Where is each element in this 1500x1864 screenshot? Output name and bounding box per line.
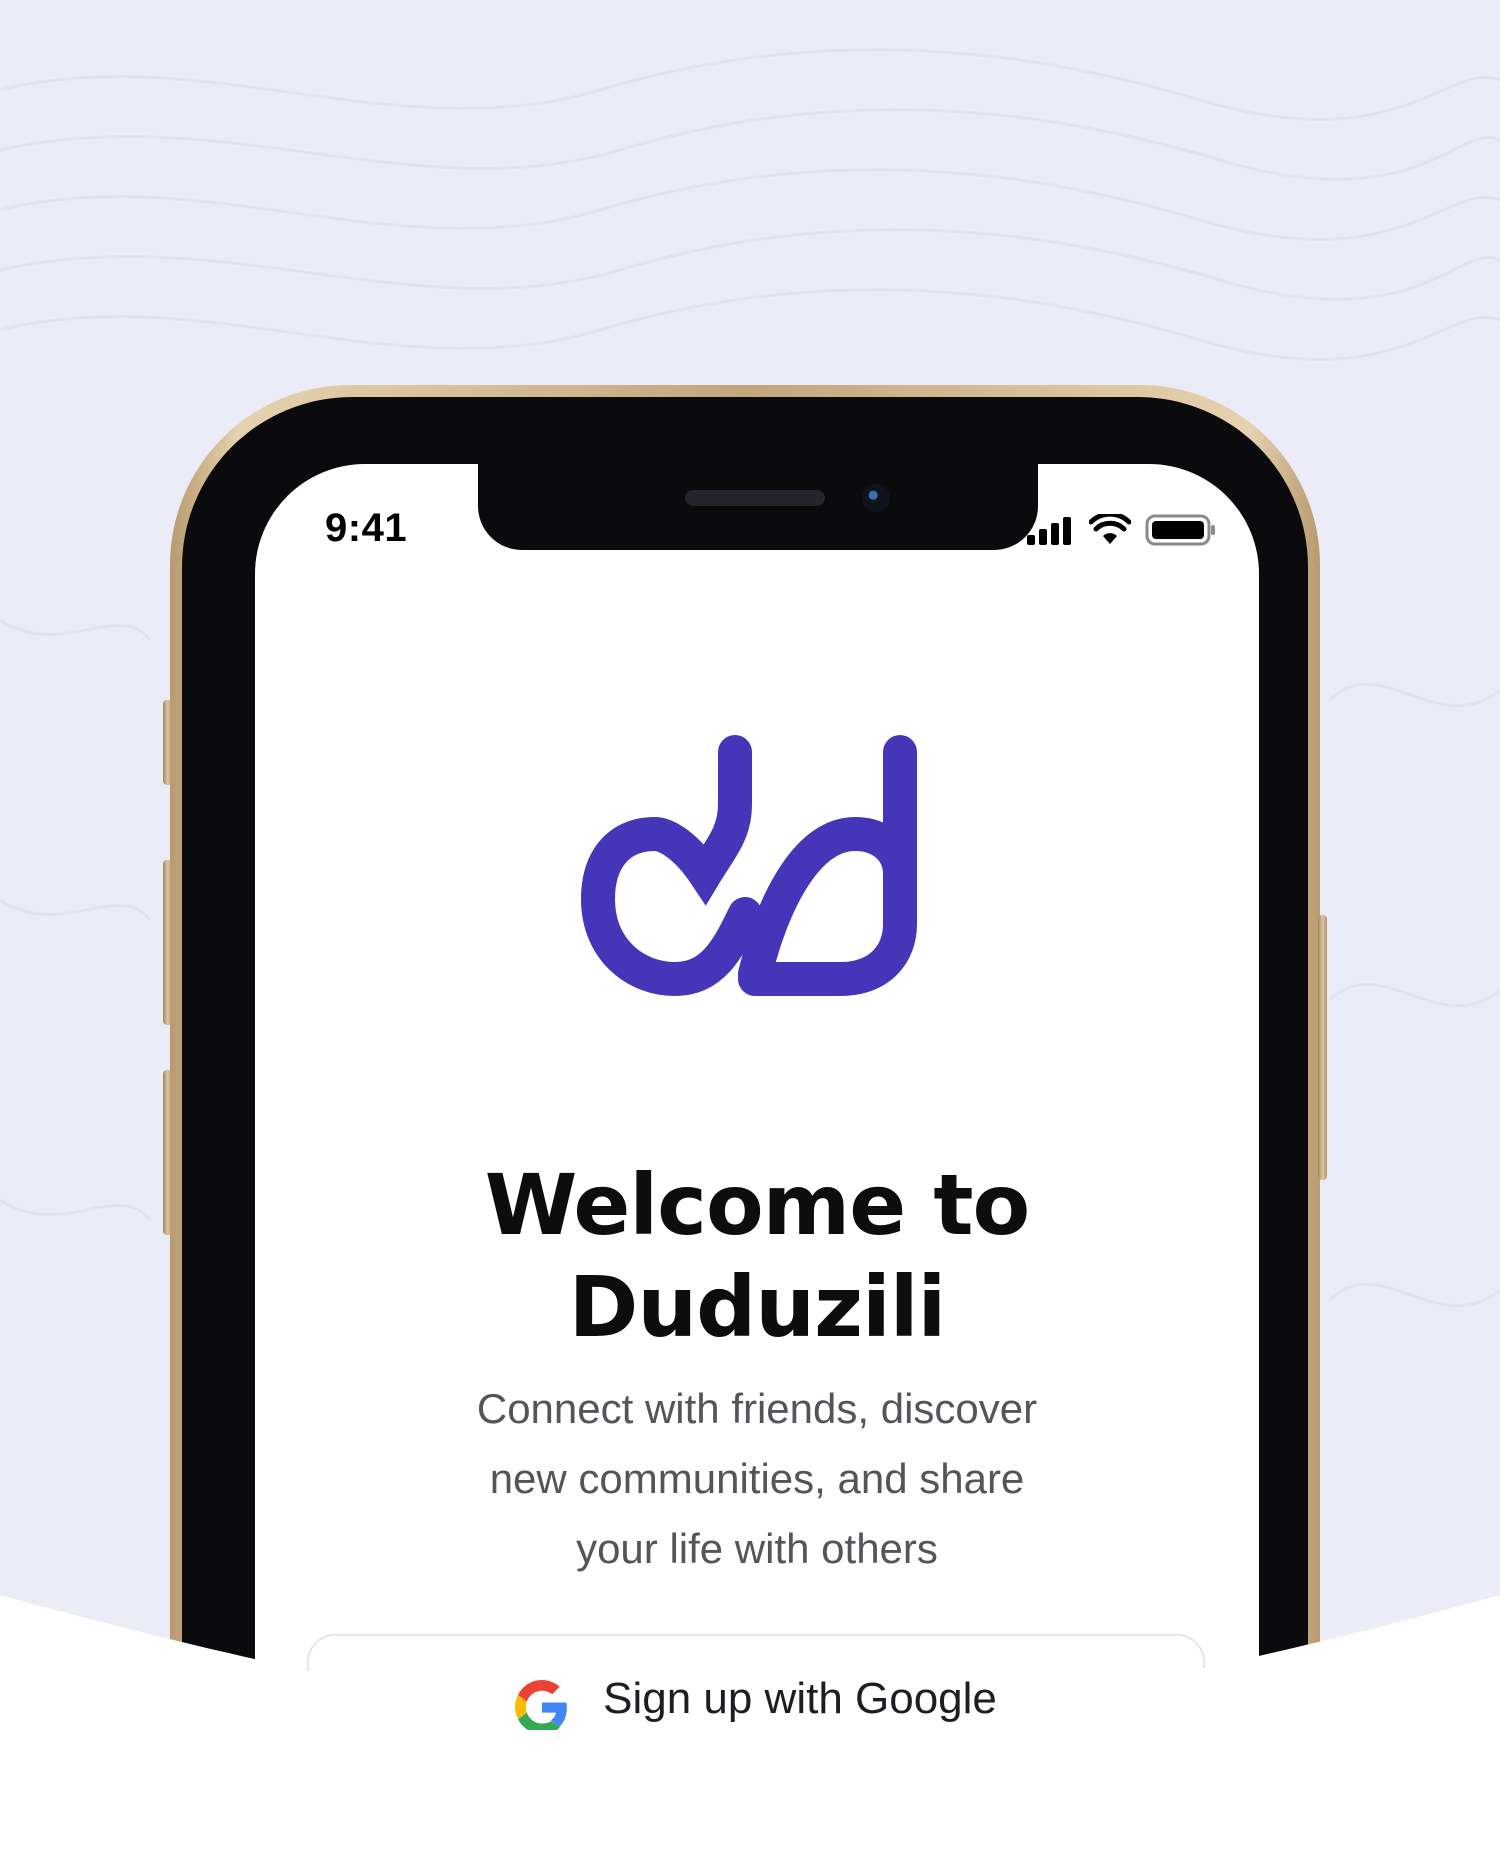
welcome-subtitle-line2: new communities, and share [489, 1455, 1025, 1502]
duduzili-logo [580, 735, 917, 997]
google-g-icon [515, 1680, 567, 1734]
google-signup-button[interactable]: Sign up with Google [307, 1634, 1205, 1754]
speaker-grille [685, 490, 825, 506]
front-camera [862, 484, 890, 512]
wifi-icon [1089, 514, 1131, 544]
welcome-subtitle-line1: Connect with friends, discover [476, 1385, 1038, 1432]
welcome-title-line2: Duduzili [568, 1258, 947, 1356]
status-time: 9:41 [325, 506, 408, 550]
power-button [1318, 915, 1327, 1180]
welcome-title-line1: Welcome to [484, 1156, 1031, 1254]
google-signup-label: Sign up with Google [603, 1674, 997, 1723]
welcome-title: Welcome to Duduzili [255, 1154, 1259, 1358]
volume-up-button-2 [163, 860, 172, 1025]
signal-icon [1027, 517, 1071, 545]
phone-screen: 9:41 Welcome to Duduzili Connect with fr… [255, 464, 1259, 1864]
battery-icon [1145, 514, 1215, 546]
welcome-subtitle: Connect with friends, discover new commu… [255, 1374, 1259, 1584]
phone-bezel: 9:41 Welcome to Duduzili Connect with fr… [182, 397, 1308, 1864]
status-icons [1025, 512, 1217, 548]
phone-frame: 9:41 Welcome to Duduzili Connect with fr… [163, 385, 1327, 1864]
volume-down-button [163, 1070, 172, 1235]
welcome-subtitle-line3: your life with others [576, 1525, 938, 1572]
volume-up-button [163, 700, 172, 785]
notch [478, 464, 1038, 550]
